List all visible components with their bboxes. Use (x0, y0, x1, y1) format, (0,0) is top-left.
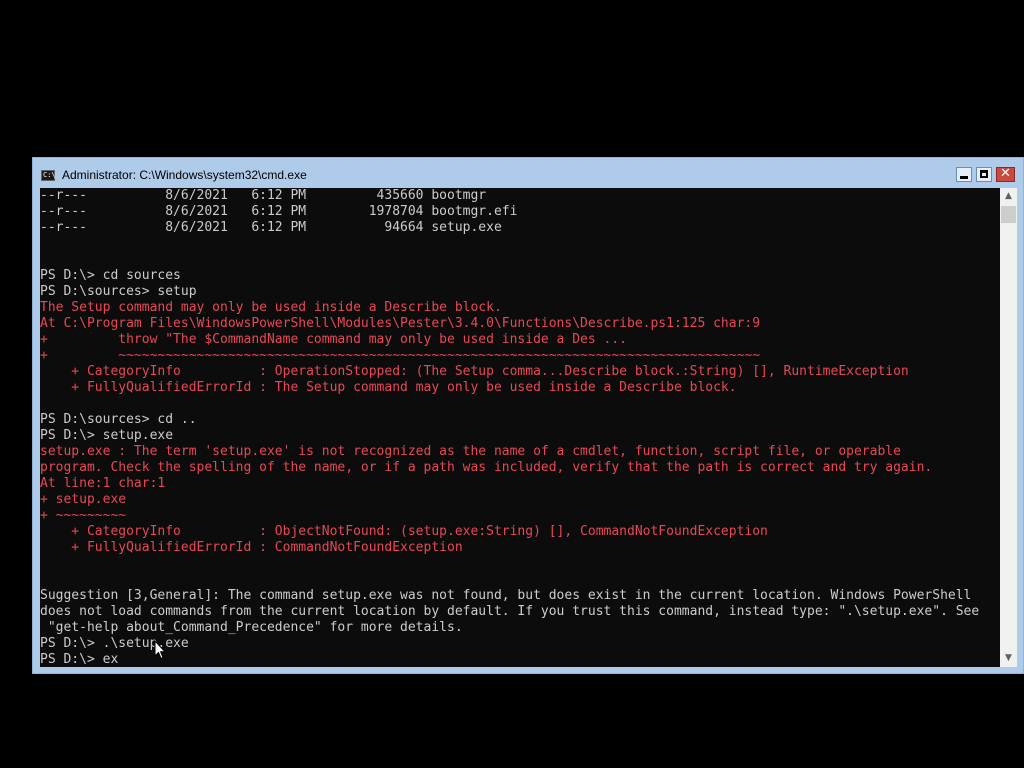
mouse-pointer-icon (154, 640, 166, 660)
maximize-icon (980, 170, 988, 178)
console-line: --r--- 8/6/2021 6:12 PM 94664 setup.exe (40, 220, 502, 235)
console-line: PS D:\> .\setup.exe (40, 636, 189, 651)
scrollbar-thumb[interactable] (1001, 206, 1016, 223)
console-line: --r--- 8/6/2021 6:12 PM 1978704 bootmgr.… (40, 204, 518, 219)
console-line: "get-help about_Command_Precedence" for … (40, 620, 463, 635)
console-line: PS D:\> setup.exe (40, 428, 174, 443)
console-line: PS D:\sources> setup (40, 284, 197, 299)
scroll-down-arrow-icon[interactable]: ▼ (1000, 650, 1017, 667)
console-line: program. Check the spelling of the name,… (40, 460, 933, 475)
console-line: + ~~~~~~~~~~~~~~~~~~~~~~~~~~~~~~~~~~~~~~… (40, 348, 761, 363)
console-line: + FullyQualifiedErrorId : The Setup comm… (40, 380, 737, 395)
console-line: PS D:\> cd sources (40, 268, 181, 283)
cmd-icon[interactable]: C:\ (41, 170, 56, 181)
console-line: At line:1 char:1 (40, 476, 166, 491)
minimize-icon (960, 176, 968, 179)
console-line: PS D:\sources> cd .. (40, 412, 197, 427)
console-line: + setup.exe (40, 492, 127, 507)
console-line: does not load commands from the current … (40, 604, 980, 619)
scroll-up-arrow-icon[interactable]: ▲ (1000, 188, 1017, 205)
console-line: At C:\Program Files\WindowsPowerShell\Mo… (40, 316, 761, 331)
window-title: Administrator: C:\Windows\system32\cmd.e… (62, 168, 307, 182)
console-line: The Setup command may only be used insid… (40, 300, 502, 315)
close-button[interactable]: ✕ (996, 166, 1015, 182)
console-output[interactable]: --r--- 8/6/2021 6:12 PM 435660 bootmgr --… (40, 188, 1000, 667)
console-line: --r--- 8/6/2021 6:12 PM 435660 bootmgr (40, 188, 487, 203)
console-line: PS D:\> ex (40, 652, 119, 667)
console-line: setup.exe : The term 'setup.exe' is not … (40, 444, 901, 459)
console-line: + CategoryInfo : ObjectNotFound: (setup.… (40, 524, 768, 539)
console-line: Suggestion [3,General]: The command setu… (40, 588, 972, 603)
minimize-button[interactable] (956, 167, 972, 182)
console-line: + CategoryInfo : OperationStopped: (The … (40, 364, 909, 379)
vertical-scrollbar[interactable]: ▲ ▼ (1000, 188, 1017, 667)
title-bar[interactable]: C:\ Administrator: C:\Windows\system32\c… (33, 158, 1023, 188)
console-line: + throw "The $CommandName command may on… (40, 332, 627, 347)
console-line: + ~~~~~~~~~ (40, 508, 127, 523)
close-icon: ✕ (1000, 166, 1011, 181)
maximize-button[interactable] (976, 167, 992, 182)
console-lines: --r--- 8/6/2021 6:12 PM 435660 bootmgr --… (40, 188, 979, 667)
console-line: + FullyQualifiedErrorId : CommandNotFoun… (40, 540, 463, 555)
cmd-window: C:\ Administrator: C:\Windows\system32\c… (32, 157, 1024, 674)
